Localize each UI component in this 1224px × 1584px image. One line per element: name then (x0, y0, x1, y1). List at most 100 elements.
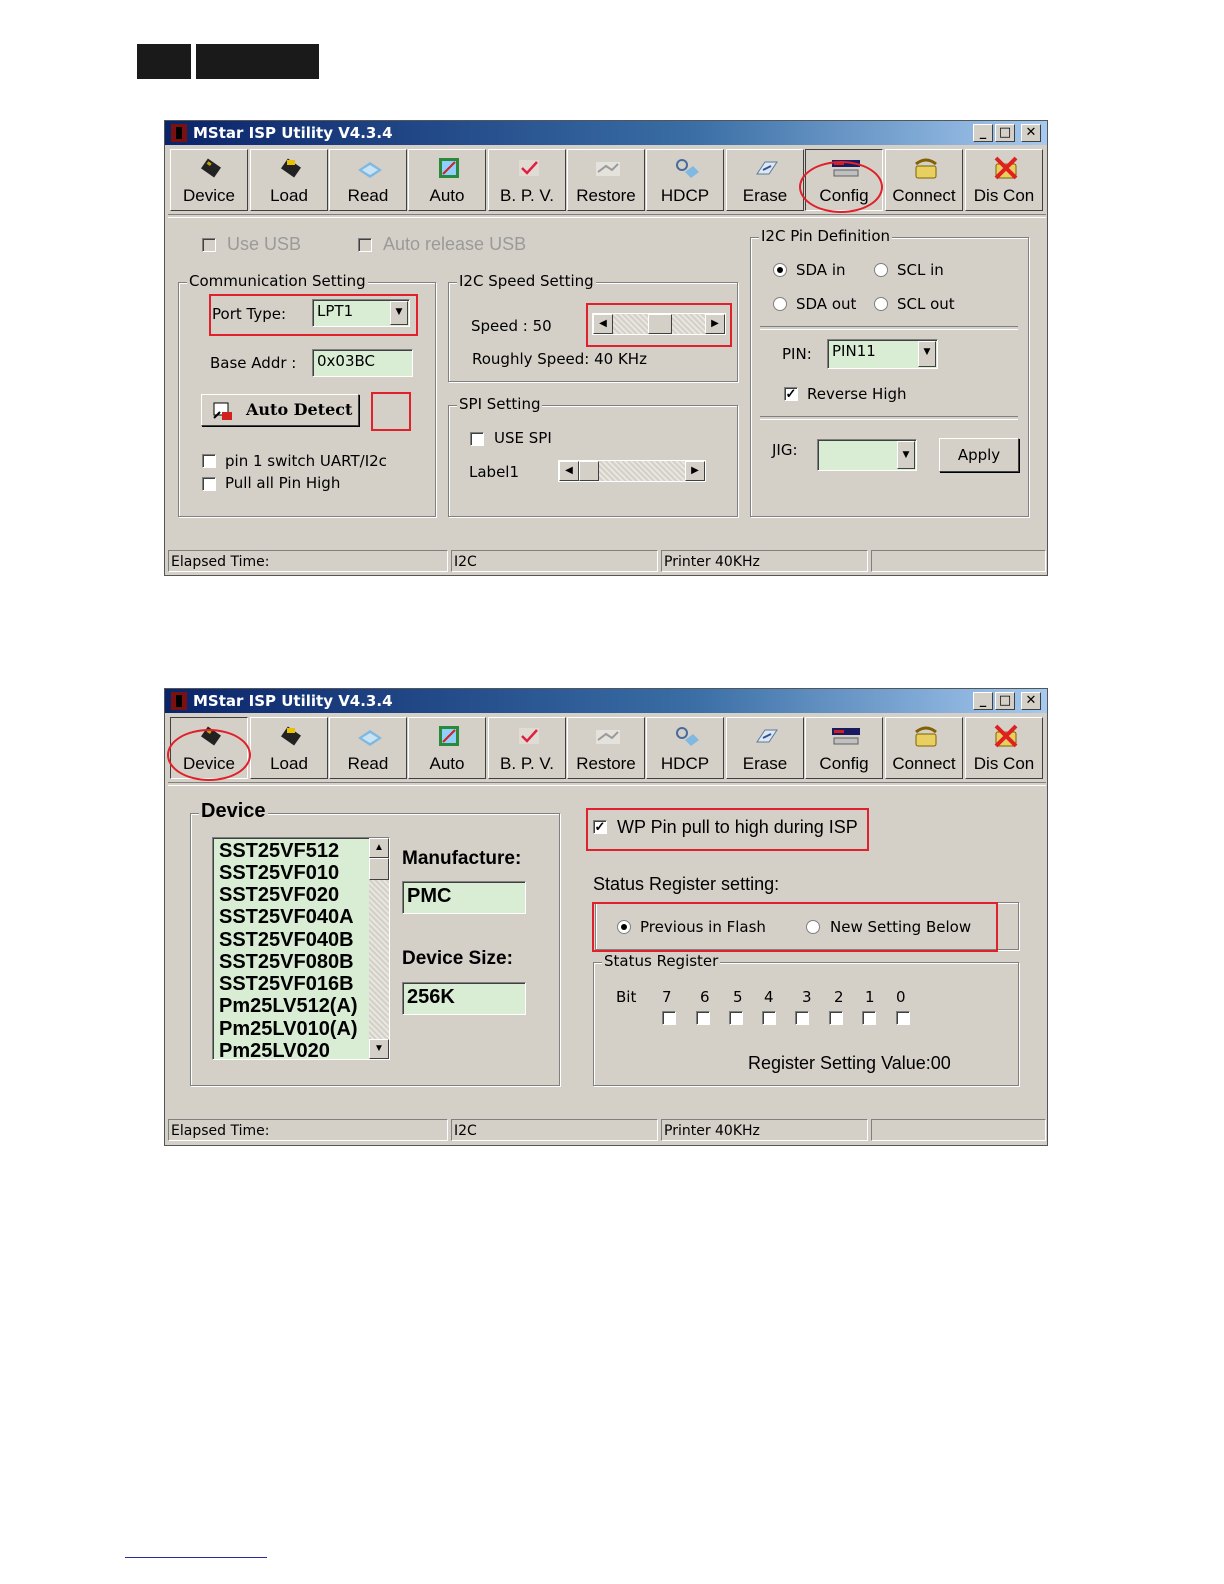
sda-in-radio[interactable] (773, 263, 787, 277)
device-list[interactable]: SST25VF512 SST25VF010 SST25VF020 SST25VF… (212, 837, 390, 1060)
reverse-high-label: Reverse High (807, 385, 907, 403)
auto-detect-highlight (371, 392, 411, 431)
use-spi-checkbox[interactable] (470, 432, 484, 446)
bit-6-checkbox[interactable] (696, 1011, 710, 1025)
toolbar-separator (168, 782, 1046, 786)
toolbar-connect-button[interactable]: Connect (885, 717, 963, 779)
port-type-highlight (209, 294, 418, 336)
pin-label: PIN: (782, 345, 812, 363)
toolbar-bpv-button[interactable]: B. P. V. (488, 149, 566, 211)
device-window: MStar ISP Utility V4.3.4 _ □ ✕ Device Lo… (164, 688, 1048, 1146)
sda-out-radio[interactable] (773, 297, 787, 311)
scroll-down-icon[interactable]: ▼ (369, 1039, 389, 1059)
bit-0-checkbox[interactable] (896, 1011, 910, 1025)
speed-slider-highlight (586, 303, 732, 347)
scroll-right-icon[interactable]: ▶ (685, 461, 705, 481)
spi-slider[interactable]: ◀ ▶ (558, 460, 706, 482)
scroll-left-icon[interactable]: ◀ (559, 461, 579, 481)
extra-cell (871, 1119, 1046, 1141)
sda-in-label: SDA in (796, 261, 846, 279)
window-title: MStar ISP Utility V4.3.4 (193, 124, 393, 142)
read-icon (358, 730, 382, 746)
list-item[interactable]: SST25VF512 (219, 840, 339, 863)
jig-label: JIG: (772, 441, 798, 459)
list-item[interactable]: Pm25LV512(A) (219, 995, 358, 1018)
chevron-down-icon[interactable]: ▼ (918, 341, 936, 367)
toolbar-read-button[interactable]: Read (329, 717, 407, 779)
scl-in-radio[interactable] (874, 263, 888, 277)
toolbar-load-button[interactable]: Load (250, 149, 328, 211)
spi-setting-title: SPI Setting (457, 395, 543, 413)
toolbar-config-button[interactable]: Config (805, 717, 883, 779)
toolbar-erase-button[interactable]: Erase (726, 149, 804, 211)
list-item[interactable]: SST25VF040A (219, 906, 354, 929)
jig-select[interactable]: ▼ (817, 439, 917, 471)
toolbar-connect-button[interactable]: Connect (885, 149, 963, 211)
pull-all-pin-high-checkbox[interactable] (202, 477, 216, 491)
list-item[interactable]: Pm25LV020 (219, 1040, 330, 1059)
chevron-down-icon[interactable]: ▼ (897, 441, 915, 469)
base-addr-field[interactable]: 0x03BC (312, 349, 413, 377)
bit-3-checkbox[interactable] (795, 1011, 809, 1025)
pin-separator (760, 326, 1018, 330)
config-icon (832, 728, 860, 745)
toolbar-auto-button[interactable]: Auto (408, 149, 486, 211)
pin-select[interactable]: PIN11 ▼ (827, 339, 938, 369)
title-bar: MStar ISP Utility V4.3.4 _ □ ✕ (165, 121, 1047, 145)
auto-release-usb-checkbox[interactable] (358, 238, 372, 252)
scroll-up-icon[interactable]: ▲ (369, 838, 389, 858)
minimize-button[interactable]: _ (973, 692, 993, 710)
toolbar-disconnect-button[interactable]: Dis Con (965, 149, 1043, 211)
device-list-scrollbar[interactable]: ▲ ▼ (369, 838, 389, 1059)
spi-slider-thumb[interactable] (579, 461, 599, 481)
footer-line (125, 1557, 267, 1558)
bit-4-checkbox[interactable] (762, 1011, 776, 1025)
phone-icon (915, 158, 937, 179)
close-button[interactable]: ✕ (1021, 124, 1041, 142)
pin1-switch-checkbox[interactable] (202, 454, 216, 468)
header-block-right (196, 44, 319, 79)
status-register-title: Status Register (602, 952, 721, 970)
toolbar-load-button[interactable]: Load (250, 717, 328, 779)
list-item[interactable]: Pm25LV010(A) (219, 1018, 358, 1041)
toolbar-hdcp-button[interactable]: HDCP (646, 717, 724, 779)
reverse-high-checkbox[interactable]: ✓ (784, 387, 798, 401)
close-button[interactable]: ✕ (1021, 692, 1041, 710)
use-usb-checkbox[interactable] (202, 238, 216, 252)
toolbar-device-button[interactable]: Device (170, 149, 248, 211)
minimize-button[interactable]: _ (973, 124, 993, 142)
list-item[interactable]: SST25VF010 (219, 862, 339, 885)
toolbar-hdcp-button[interactable]: HDCP (646, 149, 724, 211)
manufacture-field: PMC (402, 881, 526, 914)
toolbar-restore-button[interactable]: Restore (567, 717, 645, 779)
toolbar-read-button[interactable]: Read (329, 149, 407, 211)
header-block-left (137, 44, 191, 79)
toolbar-connect-label: Connect (892, 186, 956, 205)
toolbar-restore-button[interactable]: Restore (567, 149, 645, 211)
restore-icon (596, 730, 620, 744)
erase-icon (756, 729, 778, 743)
auto-detect-button[interactable]: Auto Detect (201, 394, 359, 426)
list-item[interactable]: SST25VF020 (219, 884, 339, 907)
maximize-button[interactable]: □ (995, 124, 1015, 142)
toolbar-load-label: Load (270, 186, 308, 205)
scl-in-label: SCL in (897, 261, 944, 279)
bit-7-checkbox[interactable] (662, 1011, 676, 1025)
toolbar-auto-button[interactable]: Auto (408, 717, 486, 779)
scl-out-radio[interactable] (874, 297, 888, 311)
device-list-thumb[interactable] (369, 858, 389, 880)
maximize-button[interactable]: □ (995, 692, 1015, 710)
toolbar-erase-button[interactable]: Erase (726, 717, 804, 779)
apply-button[interactable]: Apply (939, 438, 1019, 472)
list-item[interactable]: SST25VF040B (219, 929, 354, 952)
bit-0-label: 0 (896, 988, 906, 1006)
bit-2-checkbox[interactable] (829, 1011, 843, 1025)
toolbar-bpv-button[interactable]: B. P. V. (488, 717, 566, 779)
use-spi-label: USE SPI (494, 429, 552, 447)
list-item[interactable]: SST25VF016B (219, 973, 354, 996)
bit-1-checkbox[interactable] (862, 1011, 876, 1025)
bit-2-label: 2 (834, 988, 844, 1006)
list-item[interactable]: SST25VF080B (219, 951, 354, 974)
bit-5-checkbox[interactable] (729, 1011, 743, 1025)
toolbar-disconnect-button[interactable]: Dis Con (965, 717, 1043, 779)
